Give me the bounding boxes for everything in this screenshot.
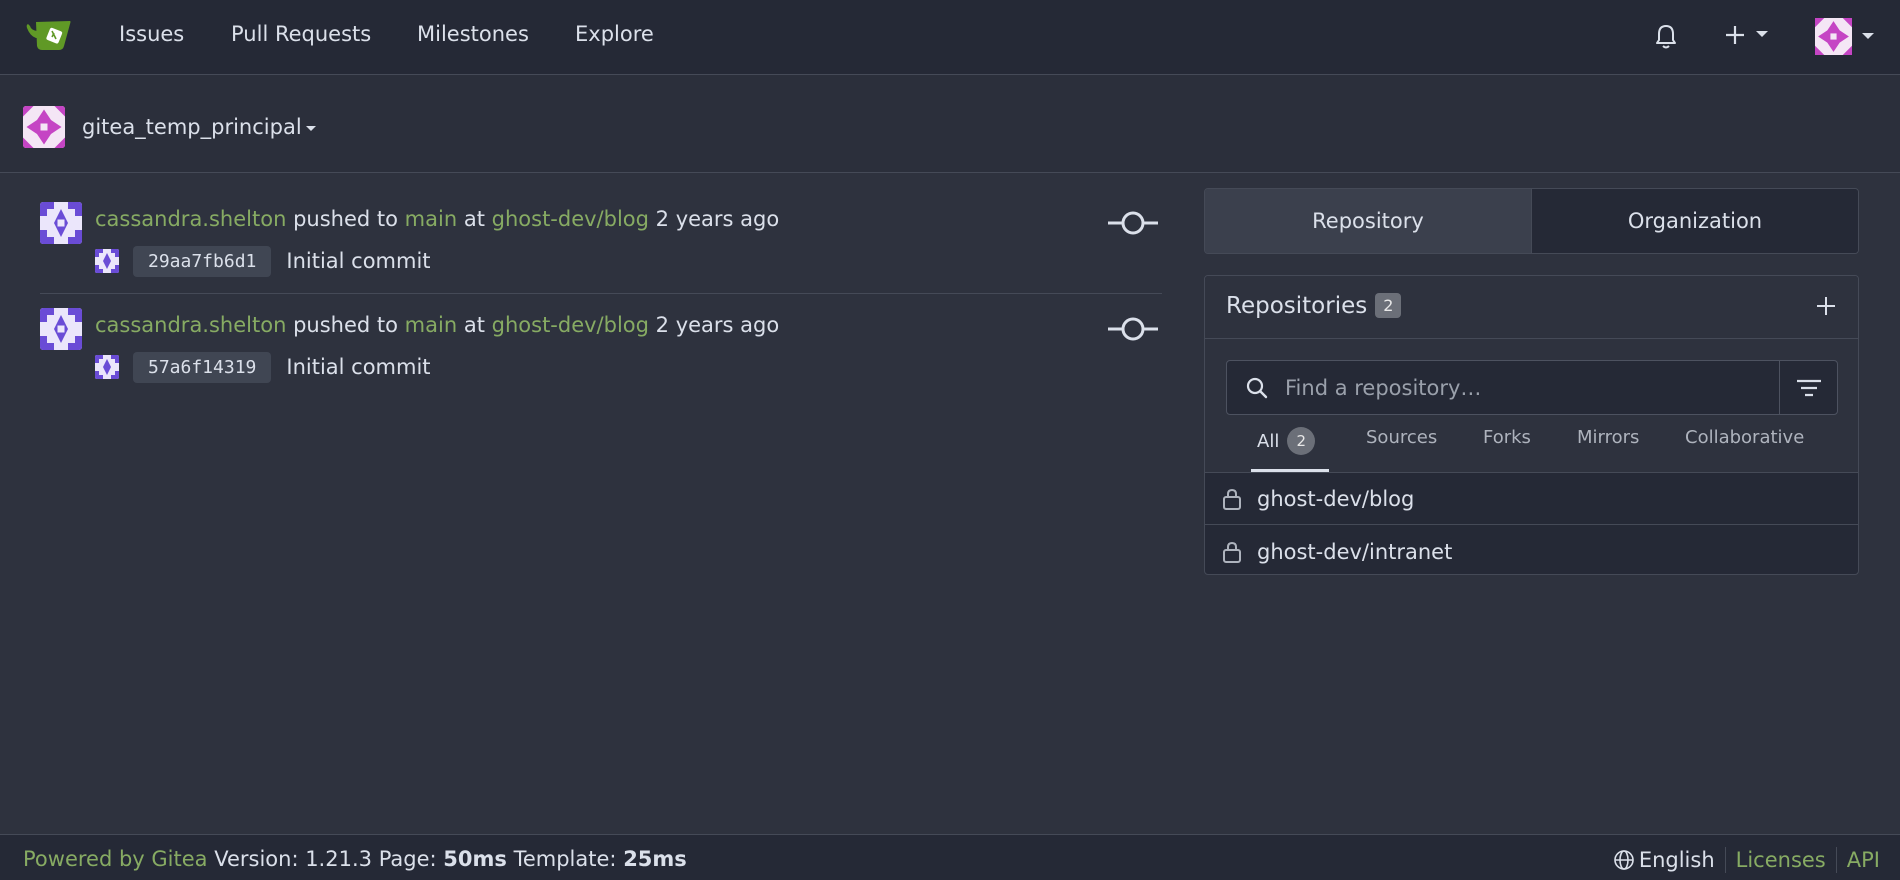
licenses-link[interactable]: Licenses bbox=[1736, 848, 1826, 872]
avatar[interactable] bbox=[40, 308, 82, 350]
commit-sha-link[interactable]: 57a6f14319 bbox=[133, 351, 272, 383]
tab-all-label: All bbox=[1257, 431, 1280, 452]
context-user-name: gitea_temp_principal bbox=[82, 115, 302, 139]
feed-time: 2 years ago bbox=[655, 207, 780, 231]
dashboard-switcher: Repository Organization bbox=[1204, 188, 1859, 254]
feed-repo-link[interactable]: ghost-dev/blog bbox=[492, 207, 649, 231]
avatar bbox=[1815, 18, 1852, 55]
divider bbox=[1835, 847, 1837, 873]
feed-at: at bbox=[463, 207, 485, 231]
footer-page-time: 50ms bbox=[443, 847, 507, 871]
footer-info: Powered by Gitea Version: 1.21.3 Page: 5… bbox=[23, 847, 687, 871]
language-label: English bbox=[1638, 848, 1715, 872]
commit-message: Initial commit bbox=[286, 249, 431, 273]
tab-mirrors[interactable]: Mirrors bbox=[1577, 427, 1639, 448]
api-link[interactable]: API bbox=[1847, 848, 1880, 872]
repositories-header: Repositories 2 bbox=[1205, 276, 1858, 339]
repositories-title: Repositories 2 bbox=[1226, 293, 1402, 319]
filter-button[interactable] bbox=[1779, 361, 1837, 414]
language-selector[interactable]: English bbox=[1613, 848, 1715, 872]
repository-search bbox=[1226, 360, 1838, 415]
globe-icon bbox=[1614, 850, 1634, 870]
feed-user-link[interactable]: cassandra.shelton bbox=[95, 313, 286, 337]
lock-icon bbox=[1223, 488, 1241, 510]
bell-icon[interactable] bbox=[1654, 24, 1678, 50]
filter-icon bbox=[1796, 379, 1821, 396]
nav-milestones[interactable]: Milestones bbox=[417, 22, 529, 46]
commit-message: Initial commit bbox=[286, 355, 431, 379]
git-commit-icon bbox=[1108, 211, 1158, 235]
avatar bbox=[23, 106, 65, 148]
tab-collaborative[interactable]: Collaborative bbox=[1685, 427, 1804, 448]
user-menu-button[interactable] bbox=[1815, 18, 1875, 56]
repository-search-input[interactable] bbox=[1269, 361, 1779, 414]
divider bbox=[1724, 847, 1726, 873]
feed-at: at bbox=[463, 313, 485, 337]
context-bar: gitea_temp_principal bbox=[0, 75, 1900, 173]
feed-item: cassandra.shelton pushed to main at ghos… bbox=[40, 202, 1162, 294]
tab-all[interactable]: All 2 bbox=[1257, 427, 1316, 455]
avatar bbox=[95, 355, 119, 379]
footer-template-time: 25ms bbox=[623, 847, 687, 871]
repositories-title-label: Repositories bbox=[1226, 293, 1368, 319]
plus-icon bbox=[1726, 26, 1744, 44]
feed-item: cassandra.shelton pushed to main at ghos… bbox=[40, 308, 1162, 398]
repositories-filter-area: All 2 Sources Forks Mirrors Collaborative bbox=[1205, 339, 1858, 473]
powered-by-link[interactable]: Powered by Gitea bbox=[23, 847, 208, 871]
feed-text: cassandra.shelton pushed to main at ghos… bbox=[95, 207, 779, 231]
footer-page-label: Page: bbox=[378, 847, 437, 871]
repo-list-item[interactable]: ghost-dev/intranet bbox=[1205, 526, 1858, 574]
context-user-switcher[interactable]: gitea_temp_principal bbox=[82, 115, 316, 139]
feed-user-link[interactable]: cassandra.shelton bbox=[95, 207, 286, 231]
plus-icon[interactable] bbox=[1814, 294, 1838, 318]
search-icon bbox=[1246, 377, 1268, 398]
footer-template-label: Template: bbox=[513, 847, 617, 871]
top-navbar: Issues Pull Requests Milestones Explore bbox=[0, 0, 1900, 75]
commit-row: 57a6f14319 Initial commit bbox=[95, 350, 431, 384]
footer-links: English Licenses API bbox=[1613, 847, 1880, 873]
feed-text: cassandra.shelton pushed to main at ghos… bbox=[95, 313, 779, 337]
tab-all-count: 2 bbox=[1287, 427, 1316, 455]
feed-branch-link[interactable]: main bbox=[405, 313, 457, 337]
tab-sources[interactable]: Sources bbox=[1366, 427, 1437, 448]
caret-down-icon bbox=[305, 125, 316, 131]
commit-sha-link[interactable]: 29aa7fb6d1 bbox=[133, 245, 272, 277]
nav-pull-requests[interactable]: Pull Requests bbox=[231, 22, 371, 46]
git-commit-icon bbox=[1108, 317, 1158, 341]
feed-branch-link[interactable]: main bbox=[405, 207, 457, 231]
tab-organization[interactable]: Organization bbox=[1532, 189, 1858, 253]
avatar[interactable] bbox=[40, 202, 82, 244]
lock-icon bbox=[1223, 541, 1241, 563]
chevron-down-icon bbox=[1862, 33, 1874, 39]
repo-list-item[interactable]: ghost-dev/blog bbox=[1205, 473, 1858, 525]
feed-repo-link[interactable]: ghost-dev/blog bbox=[492, 313, 649, 337]
repo-name: ghost-dev/intranet bbox=[1257, 540, 1453, 564]
footer: Powered by Gitea Version: 1.21.3 Page: 5… bbox=[0, 834, 1900, 880]
tab-forks[interactable]: Forks bbox=[1483, 427, 1531, 448]
avatar bbox=[95, 249, 119, 273]
chevron-down-icon bbox=[1756, 31, 1768, 37]
feed-action: pushed to bbox=[293, 207, 398, 231]
create-menu-button[interactable] bbox=[1724, 22, 1774, 52]
active-tab-indicator bbox=[1251, 469, 1329, 472]
nav-issues[interactable]: Issues bbox=[119, 22, 184, 46]
gitea-logo-icon[interactable] bbox=[26, 18, 72, 54]
tab-repository[interactable]: Repository bbox=[1205, 189, 1532, 253]
feed-action: pushed to bbox=[293, 313, 398, 337]
footer-version: Version: 1.21.3 bbox=[214, 847, 372, 871]
nav-explore[interactable]: Explore bbox=[575, 22, 654, 46]
repositories-count-badge: 2 bbox=[1375, 293, 1402, 318]
feed-time: 2 years ago bbox=[655, 313, 780, 337]
repositories-panel: Repositories2 All2 Sources Forks Mi bbox=[1204, 275, 1859, 575]
repository-filter-tabs: All 2 Sources Forks Mirrors Collaborative bbox=[1205, 419, 1858, 473]
commit-row: 29aa7fb6d1 Initial commit bbox=[95, 244, 431, 278]
repo-name: ghost-dev/blog bbox=[1257, 486, 1415, 511]
